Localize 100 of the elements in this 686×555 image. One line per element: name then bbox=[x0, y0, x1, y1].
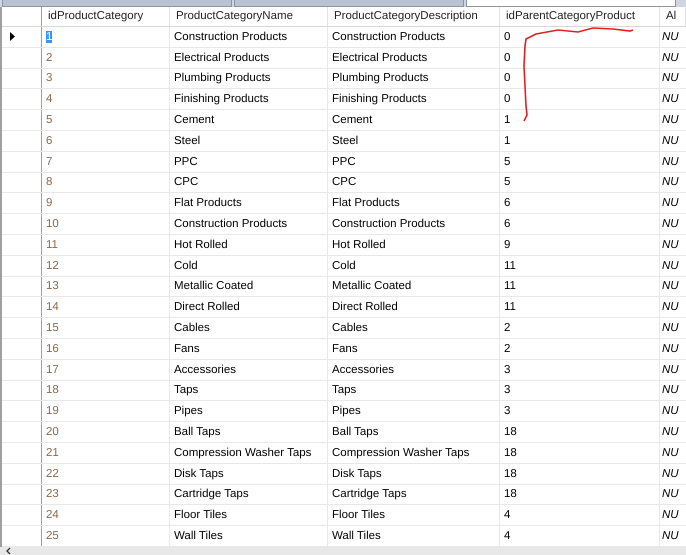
table-cell: PPC bbox=[332, 156, 356, 168]
table-cell: Cartridge Taps bbox=[174, 488, 249, 500]
table-cell: Flat Products bbox=[332, 197, 400, 210]
table-cell: 11 bbox=[504, 301, 516, 314]
table-cell: Construction Products bbox=[332, 218, 446, 230]
table-cell: NU bbox=[662, 114, 679, 126]
table-cell: 8 bbox=[46, 176, 52, 188]
table-cell: Cement bbox=[174, 114, 214, 126]
table-cell: 25 bbox=[46, 530, 59, 542]
table-cell: Disk Taps bbox=[174, 468, 224, 480]
table-cell: 5 bbox=[504, 176, 510, 188]
table-cell: Pipes bbox=[174, 405, 203, 418]
table-cell: 18 bbox=[504, 488, 517, 500]
table-cell: Fans bbox=[174, 342, 200, 355]
table-cell: Floor Tiles bbox=[174, 509, 228, 522]
table-cell: 0 bbox=[504, 52, 510, 64]
scroll-left-icon[interactable] bbox=[6, 547, 12, 555]
table-cell: 0 bbox=[504, 72, 510, 84]
document-tab[interactable] bbox=[2, 0, 232, 7]
table-cell: 9 bbox=[504, 238, 510, 251]
table-cell: 1 bbox=[504, 114, 510, 126]
table-cell: Accessories bbox=[174, 364, 236, 376]
table-cell: NU bbox=[662, 30, 679, 43]
table-cell: 0 bbox=[504, 30, 510, 43]
table-cell: 4 bbox=[504, 509, 510, 522]
current-row-icon bbox=[10, 32, 15, 42]
table-cell: Disk Taps bbox=[332, 468, 382, 480]
table-cell: Cables bbox=[332, 322, 368, 334]
table-cell: Ball Taps bbox=[332, 426, 378, 438]
table-cell: Flat Products bbox=[174, 197, 242, 210]
horizontal-scrollbar[interactable] bbox=[0, 547, 686, 555]
table-cell: 13 bbox=[46, 280, 59, 292]
table-cell: Metallic Coated bbox=[332, 280, 412, 292]
column-header[interactable]: Al bbox=[660, 7, 686, 26]
table-cell: 4 bbox=[504, 530, 510, 542]
table-cell: NU bbox=[662, 197, 679, 210]
table-cell: Compression Washer Taps bbox=[332, 446, 470, 459]
column-header[interactable]: idParentCategoryProduct bbox=[500, 7, 660, 26]
table-cell: 15 bbox=[46, 322, 59, 334]
table-cell: NU bbox=[662, 260, 679, 272]
table-cell: Wall Tiles bbox=[174, 530, 223, 542]
table-cell: Finishing Products bbox=[174, 93, 269, 106]
table-cell: Pipes bbox=[332, 405, 361, 418]
table-cell: 21 bbox=[46, 446, 59, 459]
table-cell: 4 bbox=[46, 93, 52, 106]
column-header[interactable]: idProductCategory bbox=[42, 7, 170, 26]
table-cell: Cold bbox=[332, 260, 356, 272]
table-cell: Accessories bbox=[332, 364, 394, 376]
table-cell: Taps bbox=[332, 384, 356, 396]
table-cell: 11 bbox=[504, 260, 516, 272]
table-cell: 0 bbox=[504, 93, 510, 106]
table-cell: Construction Products bbox=[174, 218, 288, 230]
table-cell: Plumbing Products bbox=[174, 72, 271, 84]
table-cell: NU bbox=[662, 468, 679, 480]
table-cell: 6 bbox=[46, 134, 52, 147]
table-cell: 16 bbox=[46, 342, 59, 355]
table-cell: Cold bbox=[174, 260, 198, 272]
table-cell: Wall Tiles bbox=[332, 530, 381, 542]
table-cell: NU bbox=[662, 134, 679, 147]
table-cell: NU bbox=[662, 342, 679, 355]
column-header[interactable]: ProductCategoryName bbox=[170, 7, 328, 26]
table-cell: NU bbox=[662, 301, 679, 314]
table-cell: Steel bbox=[174, 134, 200, 147]
table-cell: 11 bbox=[46, 238, 58, 251]
table-cell: 5 bbox=[504, 156, 510, 168]
document-tab[interactable] bbox=[466, 0, 676, 7]
table-cell: NU bbox=[662, 384, 679, 396]
table-cell: 5 bbox=[46, 114, 52, 126]
table-cell: PPC bbox=[174, 156, 198, 168]
table-cell: NU bbox=[662, 238, 679, 251]
column-header[interactable]: ProductCategoryDescription bbox=[328, 7, 500, 26]
table-cell: Ball Taps bbox=[174, 426, 220, 438]
table-cell: 3 bbox=[504, 405, 510, 418]
table-cell: NU bbox=[662, 446, 679, 459]
table-cell: Finishing Products bbox=[332, 93, 427, 106]
table-cell: NU bbox=[662, 280, 679, 292]
table-cell: 17 bbox=[46, 364, 59, 376]
table-cell: 3 bbox=[504, 384, 510, 396]
table-cell: Metallic Coated bbox=[174, 280, 254, 292]
table-cell: NU bbox=[662, 426, 679, 438]
document-tab[interactable] bbox=[234, 0, 464, 7]
table-cell: Cables bbox=[174, 322, 210, 334]
table-cell: 23 bbox=[46, 488, 59, 500]
table-cell: NU bbox=[662, 72, 679, 84]
table-cell: 3 bbox=[504, 364, 510, 376]
table-cell: Construction Products bbox=[174, 30, 288, 43]
table-cell: Steel bbox=[332, 134, 358, 147]
table-cell: NU bbox=[662, 218, 679, 230]
table-cell: NU bbox=[662, 488, 679, 500]
table-cell: Compression Washer Taps bbox=[174, 446, 312, 459]
table-cell: 18 bbox=[504, 426, 517, 438]
table-cell: 18 bbox=[46, 384, 59, 396]
table-cell: 20 bbox=[46, 426, 59, 438]
table-cell: 10 bbox=[46, 218, 59, 230]
table-cell: Cement bbox=[332, 114, 372, 126]
table-cell: Direct Rolled bbox=[174, 301, 240, 314]
table-cell: NU bbox=[662, 405, 679, 418]
table-cell: Plumbing Products bbox=[332, 72, 429, 84]
table-cell: 18 bbox=[504, 446, 517, 459]
table-cell: 2 bbox=[46, 52, 52, 64]
